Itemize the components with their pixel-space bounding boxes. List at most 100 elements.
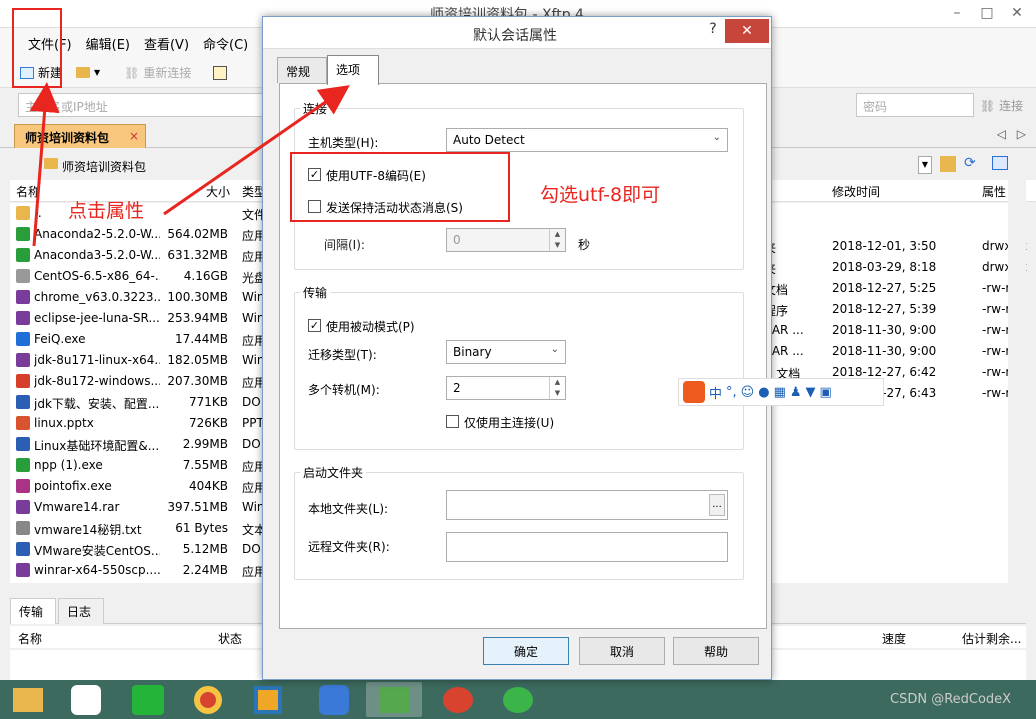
link-icon: ⛓ [124, 65, 140, 80]
xftp-icon[interactable] [366, 682, 422, 717]
tab-transfer[interactable]: 传输 [10, 598, 56, 624]
open-folder-button[interactable]: ▼ [76, 67, 100, 78]
xshell-icon[interactable] [430, 682, 486, 717]
tab-options[interactable]: 选项 [327, 55, 379, 85]
interval-spinner[interactable]: 0 ▲ ▼ [446, 228, 566, 252]
help-button[interactable]: 帮助 [673, 637, 759, 665]
folder-icon [76, 67, 91, 78]
file-type-icon [16, 416, 30, 430]
col-transfer-status[interactable]: 状态 [218, 630, 242, 647]
annotation-text-check-utf8: 勾选utf-8即可 [540, 184, 661, 206]
col-size[interactable]: 大小 [206, 183, 230, 200]
view-mode-icon[interactable] [992, 156, 1008, 170]
file-type-icon [16, 563, 30, 577]
tab-general[interactable]: 常规 [277, 57, 327, 83]
keyboard-icon[interactable]: ▦ [774, 385, 786, 400]
ime-punct-label[interactable]: °, [726, 385, 737, 400]
main-connection-only-label[interactable]: 仅使用主连接(U) [464, 414, 554, 431]
transfer-mode-select[interactable]: Binary ⌄ [446, 340, 566, 364]
microphone-icon[interactable]: ● [758, 385, 769, 400]
spin-up-icon[interactable]: ▲ [549, 377, 565, 388]
spin-down-icon[interactable]: ▼ [549, 240, 565, 251]
tab-close-icon[interactable]: × [129, 129, 139, 143]
passive-mode-label[interactable]: 使用被动模式(P) [326, 318, 415, 335]
skin-icon[interactable]: ▼ [806, 385, 816, 400]
remote-folder-input[interactable] [446, 532, 728, 562]
menu-command[interactable]: 命令(C) [203, 34, 248, 53]
remote-modified: 2018-03-29, 8:18 [832, 260, 937, 274]
multi-transfer-value: 2 [453, 381, 461, 395]
ime-lang-label[interactable]: 中 [709, 383, 722, 402]
user-icon[interactable]: ♟ [790, 385, 802, 400]
tab-log-label: 日志 [67, 605, 92, 619]
file-type: 应用 [242, 565, 262, 579]
file-name: winrar-x64-550scp.... [34, 563, 160, 577]
wps-icon[interactable] [306, 682, 362, 717]
col-transfer-speed[interactable]: 速度 [882, 630, 906, 647]
up-folder-icon[interactable] [940, 156, 956, 172]
file-type: 应用 [242, 460, 262, 474]
interval-label: 间隔(I): [324, 238, 365, 252]
properties-button[interactable] [213, 65, 228, 80]
host-input[interactable]: 主机名或IP地址 [18, 93, 268, 117]
help-icon[interactable]: ? [703, 21, 723, 41]
local-folder-label: 本地文件夹(L): [308, 502, 389, 516]
file-type-icon [16, 458, 30, 472]
ime-toolbar: 中 °, ☺ ● ▦ ♟ ▼ ▣ [678, 378, 884, 406]
file-type: Win [242, 500, 262, 514]
transfer-group-label: 传输 [300, 284, 331, 301]
col-name[interactable]: 名称 [16, 183, 40, 200]
local-folder-input[interactable]: ... [446, 490, 728, 520]
browse-button[interactable]: ... [709, 494, 725, 516]
session-tab[interactable]: 师资培训资料包 × [14, 124, 146, 148]
remote-modified: 2018-11-30, 9:00 [832, 323, 937, 337]
col-attr[interactable]: 属性 [982, 183, 1006, 200]
connection-group-label: 连接 [300, 100, 331, 117]
vmware-icon[interactable] [240, 682, 296, 717]
main-connection-only-checkbox[interactable] [446, 415, 459, 428]
close-icon[interactable]: ✕ [1002, 0, 1032, 26]
wechat-icon[interactable] [490, 682, 546, 717]
multi-transfer-spinner[interactable]: 2 ▲ ▼ [446, 376, 566, 400]
col-transfer-name[interactable]: 名称 [18, 630, 42, 647]
iqiyi-icon[interactable] [120, 682, 176, 717]
col-transfer-remaining[interactable]: 估计剩余... [962, 630, 1021, 647]
cancel-label: 取消 [609, 644, 634, 659]
path-dropdown-icon[interactable]: ▼ [918, 156, 932, 174]
emoji-icon[interactable]: ☺ [741, 385, 755, 400]
menu-view[interactable]: 查看(V) [144, 34, 189, 53]
baidu-netdisk-icon[interactable] [58, 682, 114, 717]
tab-scroll-left-icon[interactable]: ◁ [997, 127, 1006, 141]
dialog-title-bar: 默认会话属性 ? ✕ [263, 17, 771, 49]
cancel-button[interactable]: 取消 [579, 637, 665, 665]
spin-up-icon[interactable]: ▲ [549, 229, 565, 240]
remote-modified: 2018-12-27, 5:25 [832, 281, 937, 295]
chrome-icon[interactable] [180, 682, 236, 717]
toolbox-icon[interactable]: ▣ [820, 385, 832, 400]
maximize-icon[interactable]: □ [972, 0, 1002, 26]
spin-down-icon[interactable]: ▼ [549, 388, 565, 399]
menu-edit[interactable]: 编辑(E) [86, 34, 130, 53]
remote-modified: 2018-11-30, 9:00 [832, 344, 937, 358]
file-list-scrollbar[interactable] [1008, 180, 1026, 585]
tab-log[interactable]: 日志 [58, 598, 104, 624]
col-modified[interactable]: 修改时间 [832, 183, 880, 200]
tab-general-label: 常规 [286, 65, 311, 79]
refresh-icon[interactable]: ⟳ [964, 155, 976, 171]
password-input[interactable]: 密码 [856, 93, 974, 117]
annotation-box-file-menu [12, 8, 62, 88]
passive-mode-checkbox[interactable]: ✓ [308, 319, 321, 332]
reconnect-button[interactable]: ⛓ 重新连接 [124, 64, 191, 81]
tab-scroll-right-icon[interactable]: ▷ [1017, 127, 1026, 141]
host-type-select[interactable]: Auto Detect ⌄ [446, 128, 728, 152]
file-explorer-icon[interactable] [0, 682, 56, 717]
transfer-mode-label: 迁移类型(T): [308, 348, 377, 362]
file-size: 404KB [188, 479, 228, 493]
ok-label: 确定 [513, 644, 538, 659]
connect-button[interactable]: ⛓ 连接 [980, 97, 1023, 114]
ok-button[interactable]: 确定 [483, 637, 569, 665]
minimize-icon[interactable]: – [942, 0, 972, 26]
dialog-close-icon[interactable]: ✕ [725, 19, 769, 43]
file-name: linux.pptx [34, 416, 94, 430]
file-type: 应用 [242, 481, 262, 495]
